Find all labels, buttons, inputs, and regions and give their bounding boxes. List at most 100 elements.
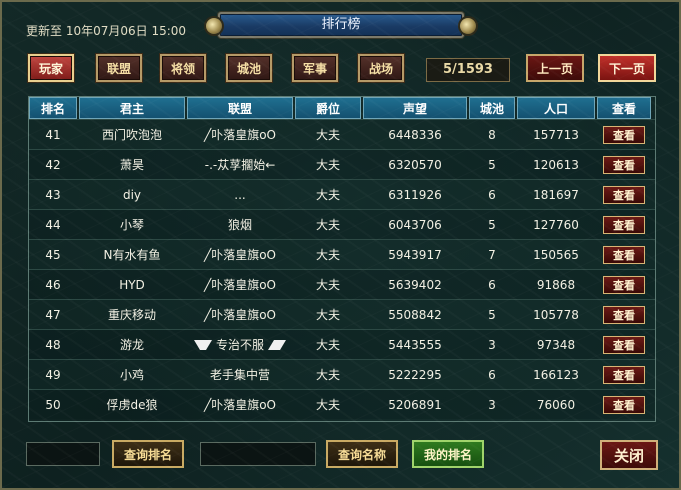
cell-rank: 46 [45, 277, 61, 292]
cell-lord: 萧昊 [119, 158, 144, 172]
cell-lord: 西门吹泡泡 [101, 128, 162, 142]
cell-population: 150565 [533, 247, 579, 262]
cell-lord: 小琴 [119, 218, 144, 232]
cell-prestige: 5222295 [388, 367, 442, 382]
next-page-button[interactable]: 下一页 [598, 54, 656, 82]
view-button[interactable]: 查看 [603, 125, 645, 144]
cell-view: 查看 [597, 240, 651, 269]
col-prestige: 声望 [363, 97, 467, 119]
table-row: 42 萧昊 -.-苁莩擱始← 大夫 6320570 5 120613 查看 [29, 149, 655, 179]
cell-rank: 50 [45, 397, 61, 412]
view-button[interactable]: 查看 [603, 335, 645, 354]
cell-alliance: ... [234, 187, 246, 202]
cell-view: 查看 [597, 390, 651, 419]
view-button[interactable]: 查看 [603, 245, 645, 264]
close-button[interactable]: 关闭 [600, 440, 658, 470]
cell-lord: diy [122, 187, 142, 202]
cell-alliance: ╱卟落皇旗oO [203, 308, 276, 322]
tab-general[interactable]: 将领 [160, 54, 206, 82]
cell-population: 120613 [533, 157, 579, 172]
view-button[interactable]: 查看 [603, 185, 645, 204]
query-name-button[interactable]: 查询名称 [326, 440, 398, 468]
name-input[interactable] [200, 442, 316, 466]
view-button[interactable]: 查看 [603, 395, 645, 414]
cell-rank: 44 [45, 217, 61, 232]
col-rank: 排名 [29, 97, 77, 119]
cell-population: 97348 [536, 337, 576, 352]
cell-population: 76060 [536, 397, 576, 412]
cell-alliance: 狼烟 [227, 218, 252, 232]
view-button[interactable]: 查看 [603, 305, 645, 324]
page-indicator: 5/1593 [426, 58, 510, 82]
table-row: 41 西门吹泡泡 ╱卟落皇旗oO 大夫 6448336 8 157713 查看 [29, 119, 655, 149]
cell-rank: 42 [45, 157, 61, 172]
cell-prestige: 6043706 [388, 217, 442, 232]
cell-lord: 重庆移动 [107, 308, 156, 322]
cell-cities: 6 [488, 187, 496, 202]
cell-cities: 5 [488, 157, 496, 172]
panel-title: 排行榜 [321, 17, 361, 32]
cell-population: 157713 [533, 127, 579, 142]
cell-cities: 5 [488, 217, 496, 232]
cell-lord: HYD [119, 277, 145, 292]
table-row: 43 diy... 大夫 6311926 6 181697 查看 [29, 179, 655, 209]
tab-alliance[interactable]: 联盟 [96, 54, 142, 82]
tab-military[interactable]: 军事 [292, 54, 338, 82]
cell-title: 大夫 [315, 398, 340, 412]
cell-view: 查看 [597, 210, 651, 239]
cell-lord: N有水有鱼 [103, 248, 161, 262]
cell-alliance: ╱卟落皇旗oO [203, 128, 276, 142]
cell-cities: 7 [488, 247, 496, 262]
col-lord: 君主 [79, 97, 185, 119]
tab-city[interactable]: 城池 [226, 54, 272, 82]
cell-prestige: 5443555 [388, 337, 442, 352]
cell-rank: 41 [45, 127, 61, 142]
table-row: 50 俘虏de狼 ╱卟落皇旗oO 大夫 5206891 3 76060 查看 [29, 389, 655, 419]
cell-title: 大夫 [315, 368, 340, 382]
tab-player[interactable]: 玩家 [28, 54, 74, 82]
table-body: 41 西门吹泡泡 ╱卟落皇旗oO 大夫 6448336 8 157713 查看 42 萧昊 -.-苁… [29, 119, 655, 419]
view-button[interactable]: 查看 [603, 155, 645, 174]
cell-title: 大夫 [315, 248, 340, 262]
left-ornament-icon [206, 18, 222, 34]
cell-view: 查看 [597, 150, 651, 179]
tab-battlefield[interactable]: 战场 [358, 54, 404, 82]
cell-rank: 48 [45, 337, 61, 352]
cell-prestige: 5508842 [388, 307, 442, 322]
alliance-name: 专治不服 [215, 338, 264, 352]
table-row: 46 HYD ╱卟落皇旗oO 大夫 5639402 6 91868 查看 [29, 269, 655, 299]
cell-view: 查看 [597, 270, 651, 299]
rank-input[interactable] [26, 442, 100, 466]
right-wing-icon [268, 339, 286, 350]
cell-lord: 俘虏de狼 [106, 398, 158, 412]
cell-prestige: 6448336 [388, 127, 442, 142]
cell-cities: 6 [488, 367, 496, 382]
view-button[interactable]: 查看 [603, 275, 645, 294]
query-rank-button[interactable]: 查询排名 [112, 440, 184, 468]
right-ornament-icon [460, 18, 476, 34]
cell-title: 大夫 [315, 158, 340, 172]
col-alliance: 联盟 [187, 97, 293, 119]
prev-page-button[interactable]: 上一页 [526, 54, 584, 82]
view-button[interactable]: 查看 [603, 215, 645, 234]
cell-view: 查看 [597, 300, 651, 329]
cell-cities: 3 [488, 397, 496, 412]
cell-rank: 43 [45, 187, 61, 202]
cell-cities: 6 [488, 277, 496, 292]
updated-timestamp: 更新至 10年07月06日 15:00 [26, 24, 187, 38]
cell-alliance: 专治不服 [187, 330, 293, 359]
cell-alliance: 老手集中营 [209, 368, 270, 382]
my-rank-button[interactable]: 我的排名 [412, 440, 484, 468]
cell-title: 大夫 [315, 338, 340, 352]
table-row: 45 N有水有鱼 ╱卟落皇旗oO 大夫 5943917 7 150565 查看 [29, 239, 655, 269]
cell-cities: 5 [488, 307, 496, 322]
table-header: 排名 君主 联盟 爵位 声望 城池 人口 查看 [29, 97, 655, 119]
cell-population: 166123 [533, 367, 579, 382]
cell-prestige: 6311926 [388, 187, 442, 202]
cell-title: 大夫 [315, 218, 340, 232]
view-button[interactable]: 查看 [603, 365, 645, 384]
col-population: 人口 [517, 97, 595, 119]
col-view: 查看 [597, 97, 651, 119]
cell-prestige: 5206891 [388, 397, 442, 412]
table-row: 44 小琴 狼烟 大夫 6043706 5 127760 查看 [29, 209, 655, 239]
